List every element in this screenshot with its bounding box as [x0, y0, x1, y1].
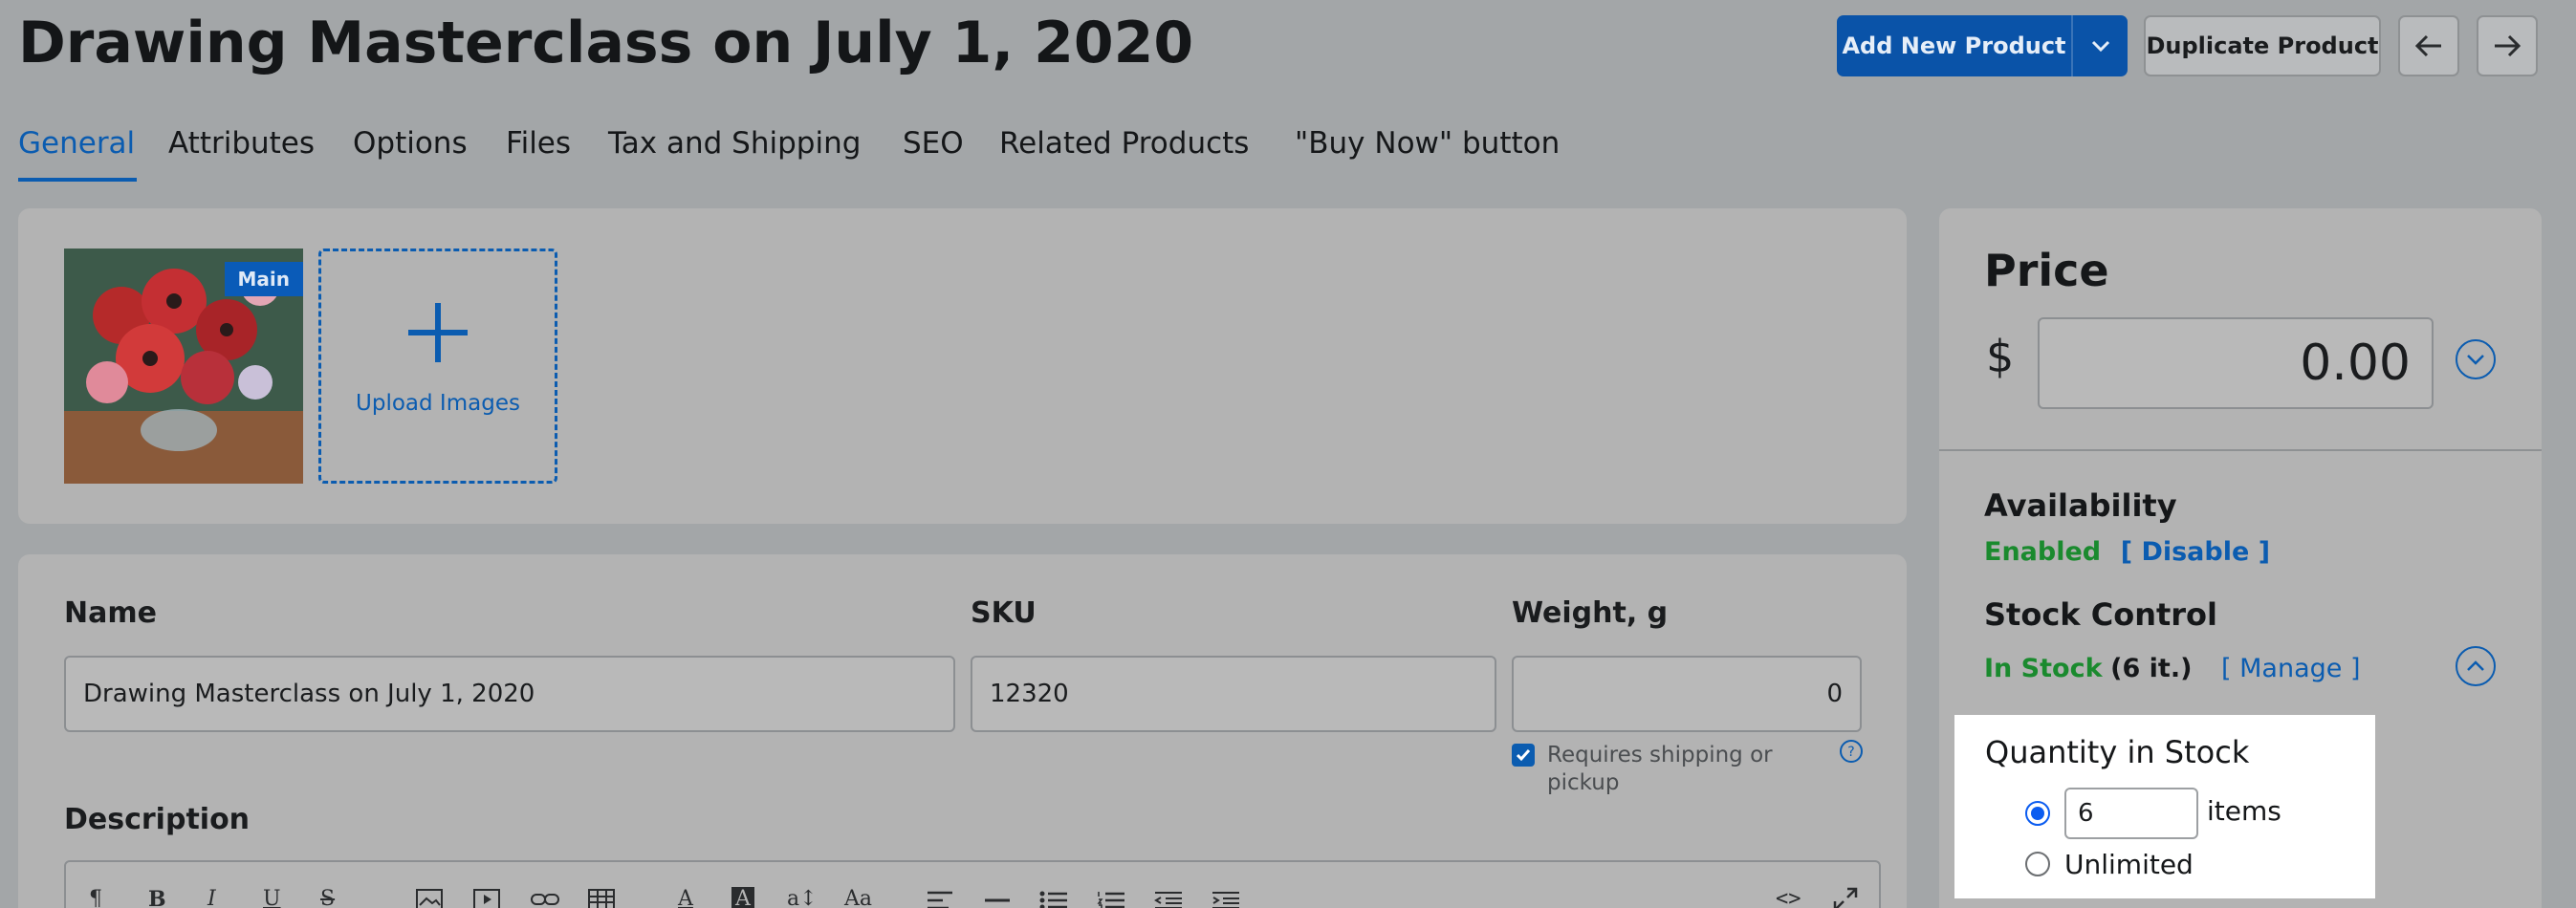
sku-label: SKU [971, 596, 1037, 630]
bullet-list-icon[interactable] [1039, 891, 1068, 908]
stock-control-heading: Stock Control [1984, 596, 2217, 633]
align-left-icon[interactable] [927, 891, 953, 908]
images-card: Main Upload Images [18, 208, 1907, 524]
quantity-input[interactable]: 6 [2064, 788, 2198, 839]
background-color-icon[interactable]: A [731, 887, 754, 908]
code-view-icon[interactable]: <> [1776, 887, 1801, 908]
arrow-right-icon [2495, 34, 2521, 57]
plus-icon [408, 303, 468, 362]
link-icon[interactable] [531, 891, 559, 908]
active-tab-indicator [18, 178, 137, 182]
arrow-left-icon [2414, 34, 2441, 57]
italic-icon[interactable]: I [207, 887, 216, 908]
unlimited-label[interactable]: Unlimited [2064, 849, 2194, 880]
product-image-thumbnail[interactable]: Main [64, 249, 303, 484]
stock-control-toggle[interactable] [2456, 646, 2496, 686]
weight-label: Weight, g [1512, 596, 1669, 630]
text-color-icon[interactable]: A [678, 887, 693, 908]
name-label: Name [64, 596, 157, 630]
quantity-radio[interactable] [2025, 801, 2050, 826]
font-family-icon[interactable]: Aa [844, 887, 872, 908]
price-input[interactable]: 0.00 [2038, 317, 2434, 409]
fullscreen-icon[interactable] [1833, 887, 1858, 908]
quantity-in-stock-panel: Quantity in Stock 6 items Unlimited [1954, 715, 2375, 898]
price-heading: Price [1984, 245, 2109, 296]
paragraph-icon[interactable]: ¶ [89, 887, 102, 908]
numbered-list-icon[interactable] [1097, 891, 1125, 908]
quantity-in-stock-title: Quantity in Stock [1985, 734, 2250, 770]
tab-attributes[interactable]: Attributes [168, 126, 315, 161]
font-size-icon[interactable]: a↕ [787, 887, 818, 908]
availability-heading: Availability [1984, 487, 2177, 524]
outdent-icon[interactable] [1154, 891, 1183, 908]
next-product-button[interactable] [2477, 15, 2538, 76]
add-new-product-button[interactable]: Add New Product [1837, 15, 2128, 76]
image-icon[interactable] [416, 889, 443, 908]
chevron-up-icon [2467, 660, 2484, 671]
checkmark-icon [1516, 749, 1531, 762]
duplicate-product-button[interactable]: Duplicate Product [2144, 15, 2381, 76]
horizontal-rule-icon[interactable] [984, 898, 1011, 902]
tab-buy-now-button[interactable]: "Buy Now" button [1295, 126, 1560, 161]
strikethrough-icon[interactable]: S [320, 887, 335, 908]
name-input[interactable]: Drawing Masterclass on July 1, 2020 [64, 656, 955, 732]
price-divider [1939, 449, 2542, 451]
requires-shipping-label[interactable]: Requires shipping or pickup [1547, 742, 1796, 797]
tab-seo[interactable]: SEO [903, 126, 964, 161]
bold-icon[interactable]: B [148, 887, 166, 908]
main-image-badge: Main [224, 262, 303, 296]
underline-icon[interactable]: U [263, 887, 281, 908]
previous-product-button[interactable] [2398, 15, 2459, 76]
stock-status: In Stock [1984, 654, 2103, 683]
page-title: Drawing Masterclass on July 1, 2020 [18, 10, 1194, 76]
stock-status-line: In Stock (6 it.) [ Manage ] [1984, 654, 2361, 683]
svg-text:?: ? [1847, 745, 1854, 760]
tab-files[interactable]: Files [506, 126, 571, 161]
requires-shipping-checkbox[interactable] [1512, 744, 1535, 767]
sku-input[interactable]: 12320 [971, 656, 1496, 732]
upload-images-label: Upload Images [356, 391, 520, 416]
availability-status-line: Enabled [ Disable ] [1984, 537, 2270, 567]
table-icon[interactable] [588, 889, 615, 908]
price-options-toggle[interactable] [2456, 339, 2496, 379]
video-icon[interactable] [473, 889, 500, 908]
chevron-down-icon [2467, 355, 2484, 365]
chevron-down-icon[interactable] [2073, 39, 2128, 53]
indent-icon[interactable] [1212, 891, 1240, 908]
add-new-product-label: Add New Product [1842, 32, 2066, 59]
help-icon[interactable]: ? [1838, 738, 1865, 768]
description-editor-toolbar: ¶ B I U S A A a↕ Aa <> [64, 860, 1881, 908]
tab-related-products[interactable]: Related Products [999, 126, 1249, 161]
disable-link[interactable]: [ Disable ] [2121, 537, 2270, 567]
availability-status: Enabled [1984, 537, 2102, 567]
tab-options[interactable]: Options [353, 126, 468, 161]
tab-general[interactable]: General [18, 126, 135, 161]
upload-images-button[interactable]: Upload Images [318, 249, 557, 484]
manage-link[interactable]: [ Manage ] [2221, 654, 2360, 683]
quantity-unit-label: items [2207, 795, 2281, 827]
description-label: Description [64, 803, 251, 836]
tab-tax-and-shipping[interactable]: Tax and Shipping [608, 126, 861, 161]
unlimited-radio[interactable] [2025, 852, 2050, 876]
currency-symbol: $ [1986, 331, 2015, 382]
stock-count: (6 it.) [2110, 654, 2193, 683]
weight-input[interactable]: 0 [1512, 656, 1862, 732]
product-details-card: Name Drawing Masterclass on July 1, 2020… [18, 554, 1907, 908]
